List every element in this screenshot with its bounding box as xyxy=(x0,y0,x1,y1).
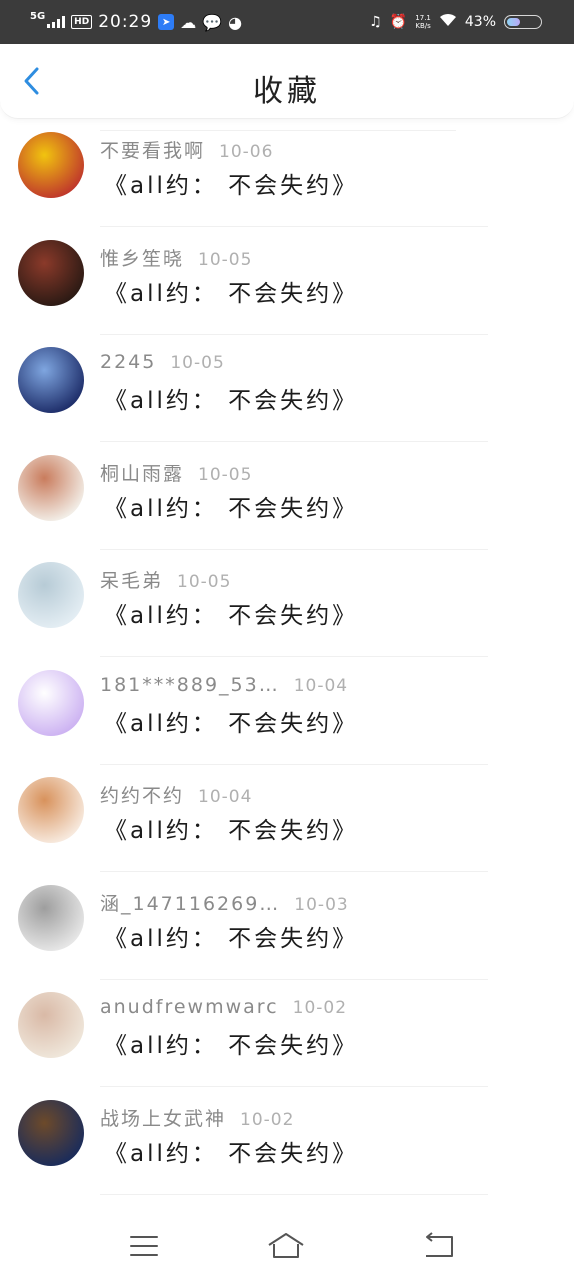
avatar[interactable] xyxy=(18,777,84,843)
item-meta: 约约不约 10-04 xyxy=(100,781,252,808)
list-item[interactable]: 181***889_53… 10-04 《all约： 不会失约》 xyxy=(0,658,574,765)
user-name[interactable]: 181***889_53… xyxy=(100,674,280,696)
net-speed: 17.1 KB/s xyxy=(415,14,431,30)
item-title[interactable]: 《all约： 不会失约》 xyxy=(104,1134,358,1168)
list-item[interactable]: 不要看我啊 10-06 《all约： 不会失约》 xyxy=(0,120,574,227)
list-item[interactable]: 战场上女武神 10-02 《all约： 不会失约》 xyxy=(0,1088,574,1195)
avatar[interactable] xyxy=(18,562,84,628)
list-item[interactable]: 涵_147116269… 10-03 《all约： 不会失约》 xyxy=(0,873,574,980)
back-nav-button[interactable] xyxy=(418,1230,458,1262)
signal-icon xyxy=(47,16,66,28)
list-item[interactable]: anudfrewmwarc 10-02 《all约： 不会失约》 xyxy=(0,980,574,1087)
list-item[interactable]: 桐山雨露 10-05 《all约： 不会失约》 xyxy=(0,443,574,550)
item-date: 10-05 xyxy=(198,464,253,485)
compass-icon: ◕ xyxy=(228,12,243,32)
item-meta: 181***889_53… 10-04 xyxy=(100,674,348,696)
item-date: 10-05 xyxy=(198,249,253,270)
alarm-icon: ⏰ xyxy=(389,14,408,30)
user-name[interactable]: 约约不约 xyxy=(100,785,184,807)
home-button[interactable] xyxy=(266,1230,306,1262)
item-date: 10-03 xyxy=(294,894,349,915)
avatar[interactable] xyxy=(18,132,84,198)
item-title[interactable]: 《all约： 不会失约》 xyxy=(104,811,358,845)
list-item[interactable]: 2245 10-05 《all约： 不会失约》 xyxy=(0,335,574,442)
item-title[interactable]: 《all约： 不会失约》 xyxy=(104,381,358,415)
item-date: 10-04 xyxy=(198,787,253,807)
item-meta: 桐山雨露 10-05 xyxy=(100,459,252,486)
avatar[interactable] xyxy=(18,1099,84,1166)
back-icon xyxy=(426,1232,453,1257)
item-title[interactable]: 《all约： 不会失约》 xyxy=(104,166,358,200)
user-name[interactable]: 不要看我啊 xyxy=(100,140,205,162)
item-meta: 不要看我啊 10-06 xyxy=(100,136,273,163)
user-name[interactable]: 呆毛弟 xyxy=(100,570,163,592)
divider xyxy=(100,1193,488,1195)
avatar[interactable] xyxy=(18,884,84,951)
user-name[interactable]: 战场上女武神 xyxy=(100,1108,226,1130)
item-meta: 惟乡笙晓 10-05 xyxy=(100,244,252,271)
item-title[interactable]: 《all约： 不会失约》 xyxy=(104,596,358,630)
menu-button[interactable] xyxy=(124,1230,164,1262)
avatar[interactable] xyxy=(18,669,84,736)
app-notification-icon: ➤ xyxy=(158,14,175,30)
status-bar: 5G HD 20:29 ➤ ☁ 💬 ◕ ♫ ⏰ 17.1 KB/s 43% xyxy=(0,0,574,44)
list-item[interactable]: 惟乡笙晓 10-05 《all约： 不会失约》 xyxy=(0,228,574,335)
wifi-icon xyxy=(439,13,457,31)
item-title[interactable]: 《all约： 不会失约》 xyxy=(104,704,358,738)
hd-badge: HD xyxy=(71,15,93,29)
user-name[interactable]: 惟乡笙晓 xyxy=(100,248,184,270)
item-date: 10-02 xyxy=(292,998,348,1018)
item-date: 10-04 xyxy=(293,675,349,696)
item-meta: 2245 10-05 xyxy=(100,351,225,373)
item-date: 10-05 xyxy=(177,572,232,592)
list-item[interactable]: 呆毛弟 10-05 《all约： 不会失约》 xyxy=(0,550,574,657)
item-title[interactable]: 《all约： 不会失约》 xyxy=(104,1026,358,1060)
user-name[interactable]: 涵_147116269… xyxy=(100,893,280,915)
page-title: 收藏 xyxy=(253,74,321,109)
item-date: 10-06 xyxy=(219,142,274,162)
avatar[interactable] xyxy=(18,992,84,1058)
system-nav-bar xyxy=(0,1212,574,1280)
battery-icon xyxy=(504,15,542,29)
header-bar: 收藏 xyxy=(0,44,574,119)
item-meta: anudfrewmwarc 10-02 xyxy=(100,996,347,1018)
item-meta: 涵_147116269… 10-03 xyxy=(100,889,349,916)
item-title[interactable]: 《all约： 不会失约》 xyxy=(104,274,358,308)
avatar[interactable] xyxy=(18,454,84,521)
user-name[interactable]: anudfrewmwarc xyxy=(100,996,279,1018)
cloud-icon: ☁ xyxy=(180,12,197,32)
list-item[interactable]: 约约不约 10-04 《all约： 不会失约》 xyxy=(0,765,574,872)
avatar[interactable] xyxy=(18,347,84,413)
status-time: 20:29 xyxy=(98,12,153,32)
item-meta: 战场上女武神 10-02 xyxy=(100,1104,294,1131)
item-meta: 呆毛弟 10-05 xyxy=(100,566,231,593)
headphones-icon: ♫ xyxy=(369,14,382,30)
user-name[interactable]: 2245 xyxy=(100,351,156,373)
item-title[interactable]: 《all约： 不会失约》 xyxy=(104,919,358,953)
item-date: 10-02 xyxy=(240,1109,295,1130)
avatar[interactable] xyxy=(18,239,84,306)
item-date: 10-05 xyxy=(170,353,225,373)
menu-icon xyxy=(130,1236,158,1256)
item-title[interactable]: 《all约： 不会失约》 xyxy=(104,489,358,523)
home-icon xyxy=(268,1233,304,1258)
chat-icon: 💬 xyxy=(202,12,223,32)
network-type: 5G xyxy=(30,10,46,22)
battery-percent: 43% xyxy=(464,14,496,30)
user-name[interactable]: 桐山雨露 xyxy=(100,463,184,485)
